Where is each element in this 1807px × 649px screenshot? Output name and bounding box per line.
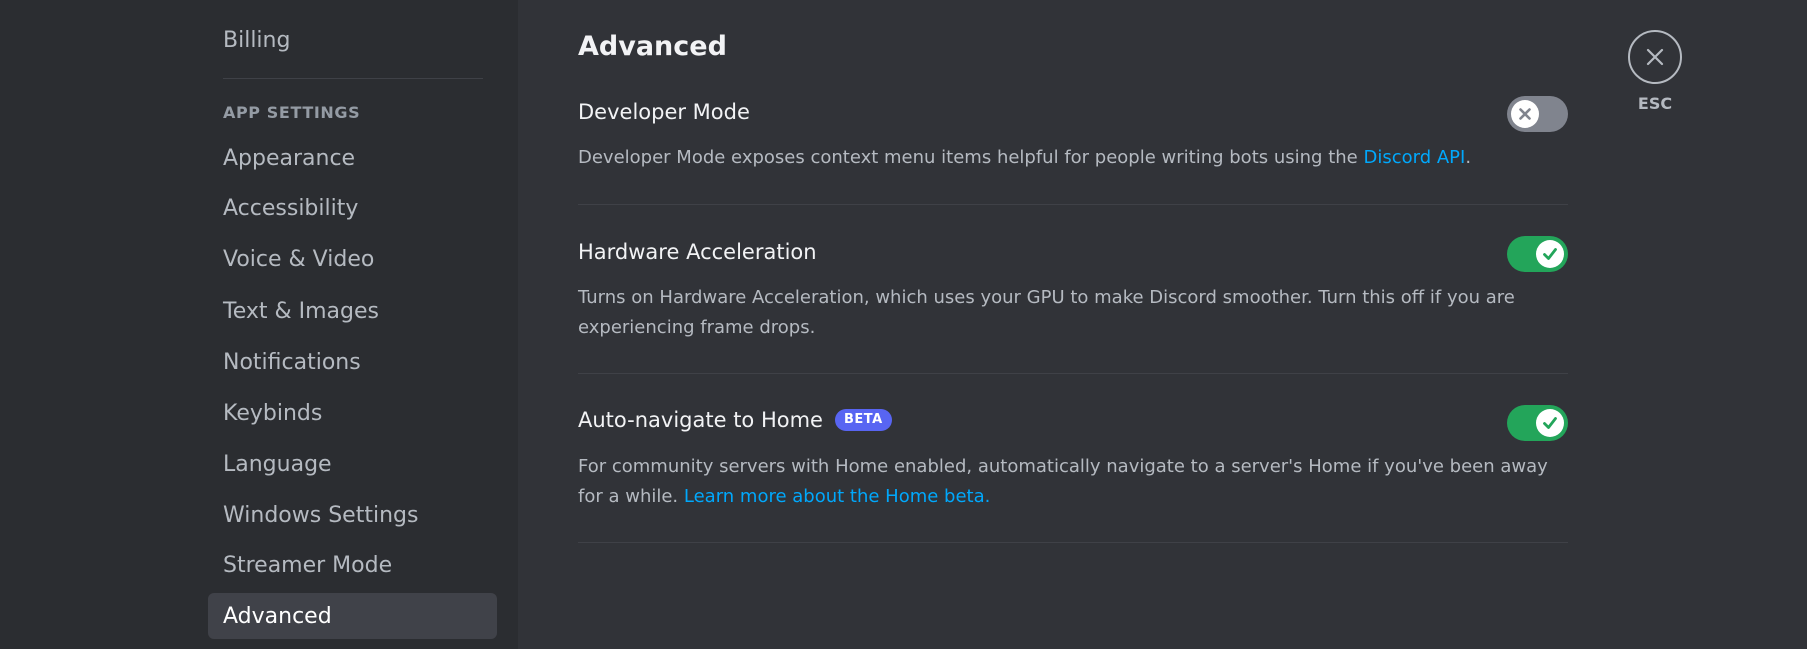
beta-badge: BETA xyxy=(834,409,892,431)
sidebar-item-label: Text & Images xyxy=(223,298,379,324)
description-text: Developer Mode exposes context menu item… xyxy=(578,147,1364,168)
sidebar-item-keybinds[interactable]: Keybinds xyxy=(208,390,497,436)
close-button[interactable] xyxy=(1628,30,1682,84)
setting-title-text: Hardware Acceleration xyxy=(578,240,817,264)
developer-mode-toggle[interactable] xyxy=(1507,96,1568,132)
hardware-acceleration-toggle[interactable] xyxy=(1507,236,1568,272)
checkmark-icon xyxy=(1543,417,1557,429)
sidebar-divider xyxy=(223,78,483,79)
sidebar-item-accessibility[interactable]: Accessibility xyxy=(208,185,497,231)
setting-title-text: Auto-navigate to Home xyxy=(578,408,823,432)
sidebar-item-windows-settings[interactable]: Windows Settings xyxy=(208,492,497,538)
sidebar-item-label: Keybinds xyxy=(223,400,323,426)
description-suffix: . xyxy=(1465,147,1472,168)
x-icon xyxy=(1519,108,1531,120)
sidebar-section-header: APP SETTINGS xyxy=(223,103,361,122)
page-title: Advanced xyxy=(578,31,727,62)
home-beta-link[interactable]: Learn more about the Home beta. xyxy=(684,486,990,507)
toggle-knob xyxy=(1536,240,1564,268)
sidebar-item-advanced[interactable]: Advanced xyxy=(208,593,497,639)
setting-title-auto-navigate: Auto-navigate to Home BETA xyxy=(578,408,892,432)
setting-description-developer-mode: Developer Mode exposes context menu item… xyxy=(578,143,1578,173)
sidebar-item-label: Language xyxy=(223,451,332,477)
section-divider xyxy=(578,542,1568,543)
auto-navigate-toggle[interactable] xyxy=(1507,405,1568,441)
close-icon xyxy=(1646,48,1664,66)
discord-api-link[interactable]: Discord API xyxy=(1363,147,1465,168)
sidebar-item-text-images[interactable]: Text & Images xyxy=(208,288,497,334)
sidebar-item-label: Billing xyxy=(223,27,291,53)
section-divider xyxy=(578,373,1568,374)
settings-sidebar: Billing APP SETTINGS Appearance Accessib… xyxy=(0,0,518,649)
toggle-knob xyxy=(1511,100,1539,128)
sidebar-item-billing[interactable]: Billing xyxy=(208,17,497,63)
settings-window: Billing APP SETTINGS Appearance Accessib… xyxy=(0,0,1807,649)
sidebar-item-label: Voice & Video xyxy=(223,246,375,272)
toggle-knob xyxy=(1536,409,1564,437)
sidebar-item-label: Accessibility xyxy=(223,195,359,221)
sidebar-item-language[interactable]: Language xyxy=(208,441,497,487)
sidebar-item-label: Advanced xyxy=(223,603,332,629)
sidebar-item-streamer-mode[interactable]: Streamer Mode xyxy=(208,542,497,588)
sidebar-item-label: Appearance xyxy=(223,145,356,171)
setting-title-text: Developer Mode xyxy=(578,100,750,124)
setting-description-auto-navigate: For community servers with Home enabled,… xyxy=(578,452,1578,512)
section-divider xyxy=(578,204,1568,205)
esc-label: ESC xyxy=(1637,94,1673,113)
sidebar-item-voice-video[interactable]: Voice & Video xyxy=(208,236,497,282)
setting-title-developer-mode: Developer Mode xyxy=(578,100,750,124)
setting-description-hardware-acceleration: Turns on Hardware Acceleration, which us… xyxy=(578,287,1515,338)
sidebar-item-notifications[interactable]: Notifications xyxy=(208,339,497,385)
checkmark-icon xyxy=(1543,248,1557,260)
sidebar-item-label: Notifications xyxy=(223,349,361,375)
sidebar-item-appearance[interactable]: Appearance xyxy=(208,135,497,181)
setting-title-hardware-acceleration: Hardware Acceleration xyxy=(578,240,817,264)
sidebar-item-label: Streamer Mode xyxy=(223,552,393,578)
sidebar-item-label: Windows Settings xyxy=(223,502,419,528)
